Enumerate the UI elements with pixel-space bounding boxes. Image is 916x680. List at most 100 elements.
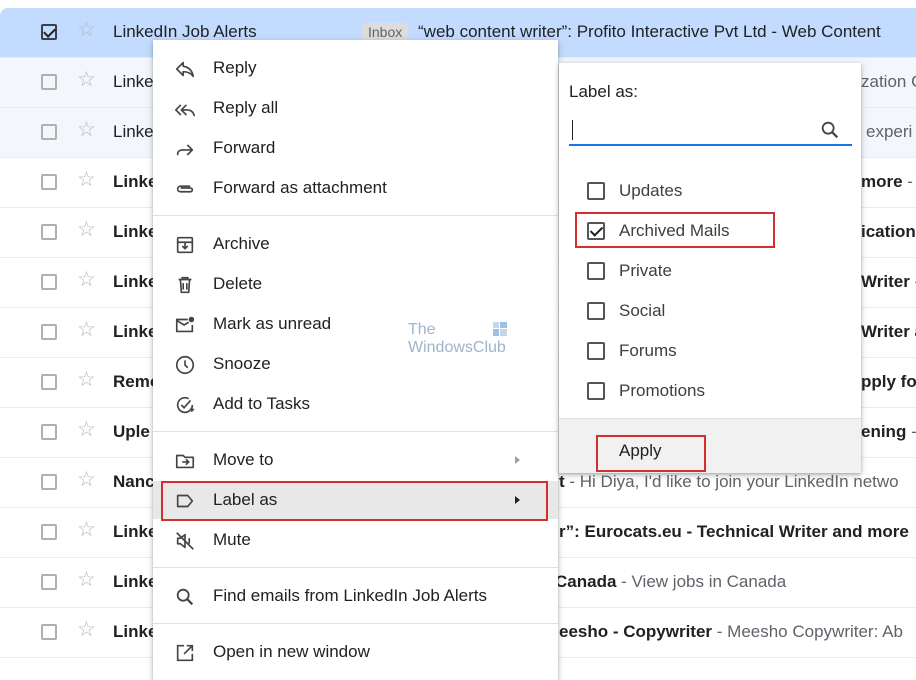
menu-item-label-as[interactable]: Label as [153,481,558,519]
clock-icon [174,354,196,376]
row-checkbox[interactable] [41,424,57,440]
star-icon[interactable]: ☆ [77,69,96,90]
star-icon[interactable]: ☆ [77,319,96,340]
email-sender: Linke [113,572,158,591]
search-icon[interactable] [819,119,841,141]
windows-flag-icon [493,322,507,336]
email-sender: Uple [113,422,150,441]
email-sender: Linke [113,622,158,641]
label-option-private[interactable]: Private [559,253,861,289]
email-preview: pply fo [861,372,916,391]
email-preview: more - S [861,172,916,191]
submenu-arrow-icon [512,452,522,466]
email-sender: Linke [113,222,158,241]
mark-unread-icon [174,314,196,336]
label-checkbox[interactable] [587,342,605,360]
row-checkbox[interactable] [41,174,57,190]
attachment-icon [174,178,196,200]
menu-item-forward-attachment[interactable]: Forward as attachment [153,169,558,207]
star-icon[interactable]: ☆ [77,519,96,540]
email-sender: Linke [113,72,154,91]
label-option-archived-mails[interactable]: Archived Mails [559,213,861,249]
menu-divider [153,567,558,568]
email-preview: Writer - [861,272,916,291]
archive-icon [174,234,196,256]
email-preview: Writer a [861,322,916,341]
row-checkbox[interactable] [41,574,57,590]
email-sender: Linke [113,322,158,341]
star-icon[interactable]: ☆ [77,469,96,490]
menu-item-delete[interactable]: Delete [153,265,558,303]
email-sender: Linke [113,272,158,291]
label-checkbox[interactable] [587,182,605,200]
trash-icon [174,274,196,296]
label-option-forums[interactable]: Forums [559,333,861,369]
row-checkbox[interactable] [41,74,57,90]
move-to-folder-icon [174,450,196,472]
apply-bar [559,419,861,473]
menu-item-reply-all[interactable]: Reply all [153,89,558,127]
open-external-icon [174,642,196,664]
watermark-logo: The WindowsClub [408,321,507,356]
row-checkbox[interactable] [41,124,57,140]
email-subject: “web content writer”: Profito Interactiv… [418,22,881,41]
menu-item-add-tasks[interactable]: Add to Tasks [153,385,558,423]
add-task-icon [174,394,196,416]
inbox-badge: Inbox [362,23,409,41]
star-icon[interactable]: ☆ [77,369,96,390]
menu-item-archive[interactable]: Archive [153,225,558,263]
email-preview: ening - [861,422,916,441]
row-checkbox[interactable] [41,274,57,290]
email-sender: Linke [113,172,158,191]
star-icon[interactable]: ☆ [77,19,96,40]
email-preview: ication [861,222,916,241]
menu-item-reply[interactable]: Reply [153,49,558,87]
mute-icon [174,530,196,552]
menu-item-open-window[interactable]: Open in new window [153,633,558,671]
star-icon[interactable]: ☆ [77,269,96,290]
star-icon[interactable]: ☆ [77,169,96,190]
label-checkbox[interactable] [587,302,605,320]
email-preview: t - Hi Diya, I'd like to join your Linke… [559,472,899,491]
menu-divider [153,215,558,216]
email-preview: zation C [861,72,916,91]
star-icon[interactable]: ☆ [77,119,96,140]
row-checkbox[interactable] [41,624,57,640]
label-checkbox[interactable] [587,222,605,240]
email-sender: Linke [113,122,154,141]
label-checkbox[interactable] [587,382,605,400]
label-checkbox[interactable] [587,262,605,280]
menu-item-mute[interactable]: Mute [153,521,558,559]
row-checkbox[interactable] [41,24,57,40]
row-checkbox[interactable] [41,324,57,340]
menu-divider [153,431,558,432]
label-option-promotions[interactable]: Promotions [559,373,861,409]
apply-button[interactable]: Apply [619,441,662,461]
star-icon[interactable]: ☆ [77,219,96,240]
star-icon[interactable]: ☆ [77,619,96,640]
label-search-input[interactable] [569,116,813,144]
email-sender: LinkedIn Job Alerts [113,22,257,41]
row-checkbox[interactable] [41,224,57,240]
context-menu: Reply Reply all Forward Forward as attac… [153,40,558,680]
menu-item-forward[interactable]: Forward [153,129,558,167]
label-option-updates[interactable]: Updates [559,173,861,209]
reply-icon [174,58,196,80]
label-panel-title: Label as: [569,82,638,101]
star-icon[interactable]: ☆ [77,569,96,590]
row-checkbox[interactable] [41,374,57,390]
label-search-field[interactable] [569,114,852,146]
email-preview: experi [866,122,913,141]
label-option-social[interactable]: Social [559,293,861,329]
email-preview: eesho - Copywriter - Meesho Copywriter: … [559,622,903,641]
label-icon [174,490,196,512]
row-checkbox[interactable] [41,474,57,490]
forward-icon [174,138,196,160]
row-checkbox[interactable] [41,524,57,540]
reply-all-icon [174,98,196,120]
star-icon[interactable]: ☆ [77,419,96,440]
menu-item-find-emails[interactable]: Find emails from LinkedIn Job Alerts [153,577,558,615]
email-preview: r”: Eurocats.eu - Technical Writer and m… [559,522,909,541]
menu-item-move-to[interactable]: Move to [153,441,558,479]
email-sender: Nanc [113,472,155,491]
